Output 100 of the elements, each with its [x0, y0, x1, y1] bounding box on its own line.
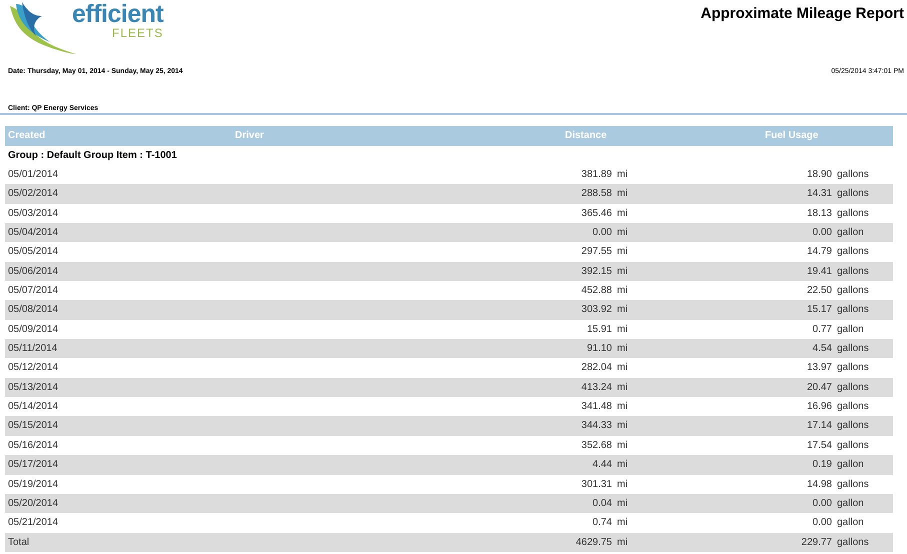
unit-label: mi: [616, 226, 629, 240]
table-cell-text: 14.79: [806, 245, 832, 260]
table-cell-text: 14.31: [806, 187, 832, 202]
table-cell-text: 05/08/2014: [7, 303, 60, 318]
unit-label: gallons: [836, 206, 870, 221]
unit-label: mi: [616, 206, 629, 221]
unit-label: gallons: [836, 438, 870, 453]
table-cell-text: 0.00: [812, 496, 832, 511]
column-header: Driver: [232, 126, 560, 146]
column-header: Created: [5, 126, 232, 146]
unit-label: mi: [616, 400, 629, 414]
unit-label: gallon: [836, 496, 865, 511]
unit-label: gallon: [836, 516, 865, 530]
unit-label: gallons: [836, 536, 870, 550]
unit-label: mi: [616, 245, 629, 260]
unit-label: gallons: [836, 168, 870, 182]
unit-label: gallons: [836, 187, 870, 202]
table-cell-text: 14.98: [806, 478, 832, 492]
table-cell-text: Total: [7, 536, 30, 550]
table-cell-text: 392.15: [580, 264, 612, 279]
table-cell-text: 05/12/2014: [7, 361, 60, 376]
unit-label: mi: [616, 536, 629, 550]
table-cell-text: 18.90: [806, 168, 832, 182]
unit-label: gallons: [836, 400, 870, 414]
table-cell-text: 413.24: [580, 380, 612, 395]
table-cell-text: 303.92: [580, 303, 612, 318]
unit-label: mi: [616, 478, 629, 492]
unit-label: gallons: [836, 303, 870, 318]
table-cell-text: 05/16/2014: [7, 438, 60, 453]
unit-label: gallons: [836, 361, 870, 376]
table-cell-text: 91.10: [586, 342, 612, 356]
unit-label: mi: [616, 438, 629, 453]
table-cell-text: 229.77: [800, 536, 832, 550]
table-cell-text: 05/20/2014: [7, 496, 60, 511]
report-title: Approximate Mileage Report: [700, 4, 905, 24]
unit-label: mi: [616, 516, 629, 530]
column-header: Distance: [560, 126, 760, 146]
table-cell-text: 0.74: [592, 516, 612, 530]
table-cell-text: 282.04: [580, 361, 612, 376]
unit-label: gallon: [836, 226, 865, 240]
table-cell-text: 05/11/2014: [7, 342, 58, 356]
table-cell-text: 341.48: [580, 400, 612, 414]
table-cell-text: 15.91: [586, 322, 612, 337]
table-cell-text: 05/03/2014: [7, 206, 60, 221]
table-cell-text: 05/01/2014: [7, 168, 60, 182]
table-cell-text: 365.46: [580, 206, 612, 221]
table-cell-text: 301.31: [580, 478, 612, 492]
unit-label: mi: [616, 303, 629, 318]
group-heading: Group : Default Group Item : T-1001: [7, 149, 178, 163]
table-cell-text: 05/04/2014: [7, 226, 60, 240]
unit-label: mi: [616, 380, 629, 395]
table-cell-text: 297.55: [580, 245, 612, 260]
table-cell-text: 344.33: [580, 419, 612, 434]
table-cell-text: 4629.75: [574, 536, 612, 550]
table-cell-text: 0.00: [592, 226, 612, 240]
table-cell-text: 0.19: [812, 458, 832, 472]
unit-label: gallon: [836, 322, 865, 337]
unit-label: mi: [616, 264, 629, 279]
table-cell-text: 0.77: [812, 322, 832, 337]
table-cell-text: 05/13/2014: [7, 380, 60, 395]
logo-wordmark: efficient: [72, 2, 164, 27]
unit-label: gallons: [836, 380, 870, 395]
table-cell-text: 05/14/2014: [7, 400, 60, 414]
unit-label: mi: [616, 322, 629, 337]
unit-label: mi: [616, 187, 629, 202]
logo-subtitle: FLEETS: [112, 27, 164, 39]
table-cell-text: 18.13: [806, 206, 832, 221]
table-cell-text: 05/17/2014: [7, 458, 60, 472]
table-cell-text: 288.58: [580, 187, 612, 202]
unit-label: mi: [616, 284, 629, 298]
unit-label: gallon: [836, 458, 865, 472]
table-cell-text: 4.44: [592, 458, 612, 472]
table-cell-text: 05/02/2014: [7, 187, 60, 202]
table-cell-text: 05/09/2014: [7, 322, 60, 337]
table-cell-text: 381.89: [580, 168, 612, 182]
table-cell-text: 452.88: [580, 284, 612, 298]
table-cell-text: 4.54: [812, 342, 832, 356]
table-cell-text: 05/21/2014: [7, 516, 60, 530]
table-cell-text: 0.00: [812, 516, 832, 530]
unit-label: mi: [616, 458, 629, 472]
table-cell-text: 05/05/2014: [7, 245, 60, 260]
table-cell-text: 20.47: [806, 380, 832, 395]
table-cell-text: 19.41: [806, 264, 832, 279]
table-cell-text: 0.00: [812, 226, 832, 240]
unit-label: gallons: [836, 342, 870, 356]
unit-label: gallons: [836, 478, 870, 492]
unit-label: gallons: [836, 284, 870, 298]
unit-label: mi: [616, 342, 629, 356]
unit-label: gallons: [836, 245, 870, 260]
unit-label: mi: [616, 168, 629, 182]
unit-label: mi: [616, 361, 629, 376]
table-cell-text: 05/06/2014: [7, 264, 60, 279]
table-cell-text: 16.96: [806, 400, 832, 414]
table-cell-text: 17.54: [806, 438, 832, 453]
unit-label: mi: [616, 496, 629, 511]
unit-label: gallons: [836, 264, 870, 279]
table-cell-text: 352.68: [580, 438, 612, 453]
table-cell-text: 05/15/2014: [7, 419, 60, 434]
unit-label: mi: [616, 419, 629, 434]
table-cell-text: 15.17: [806, 303, 832, 318]
